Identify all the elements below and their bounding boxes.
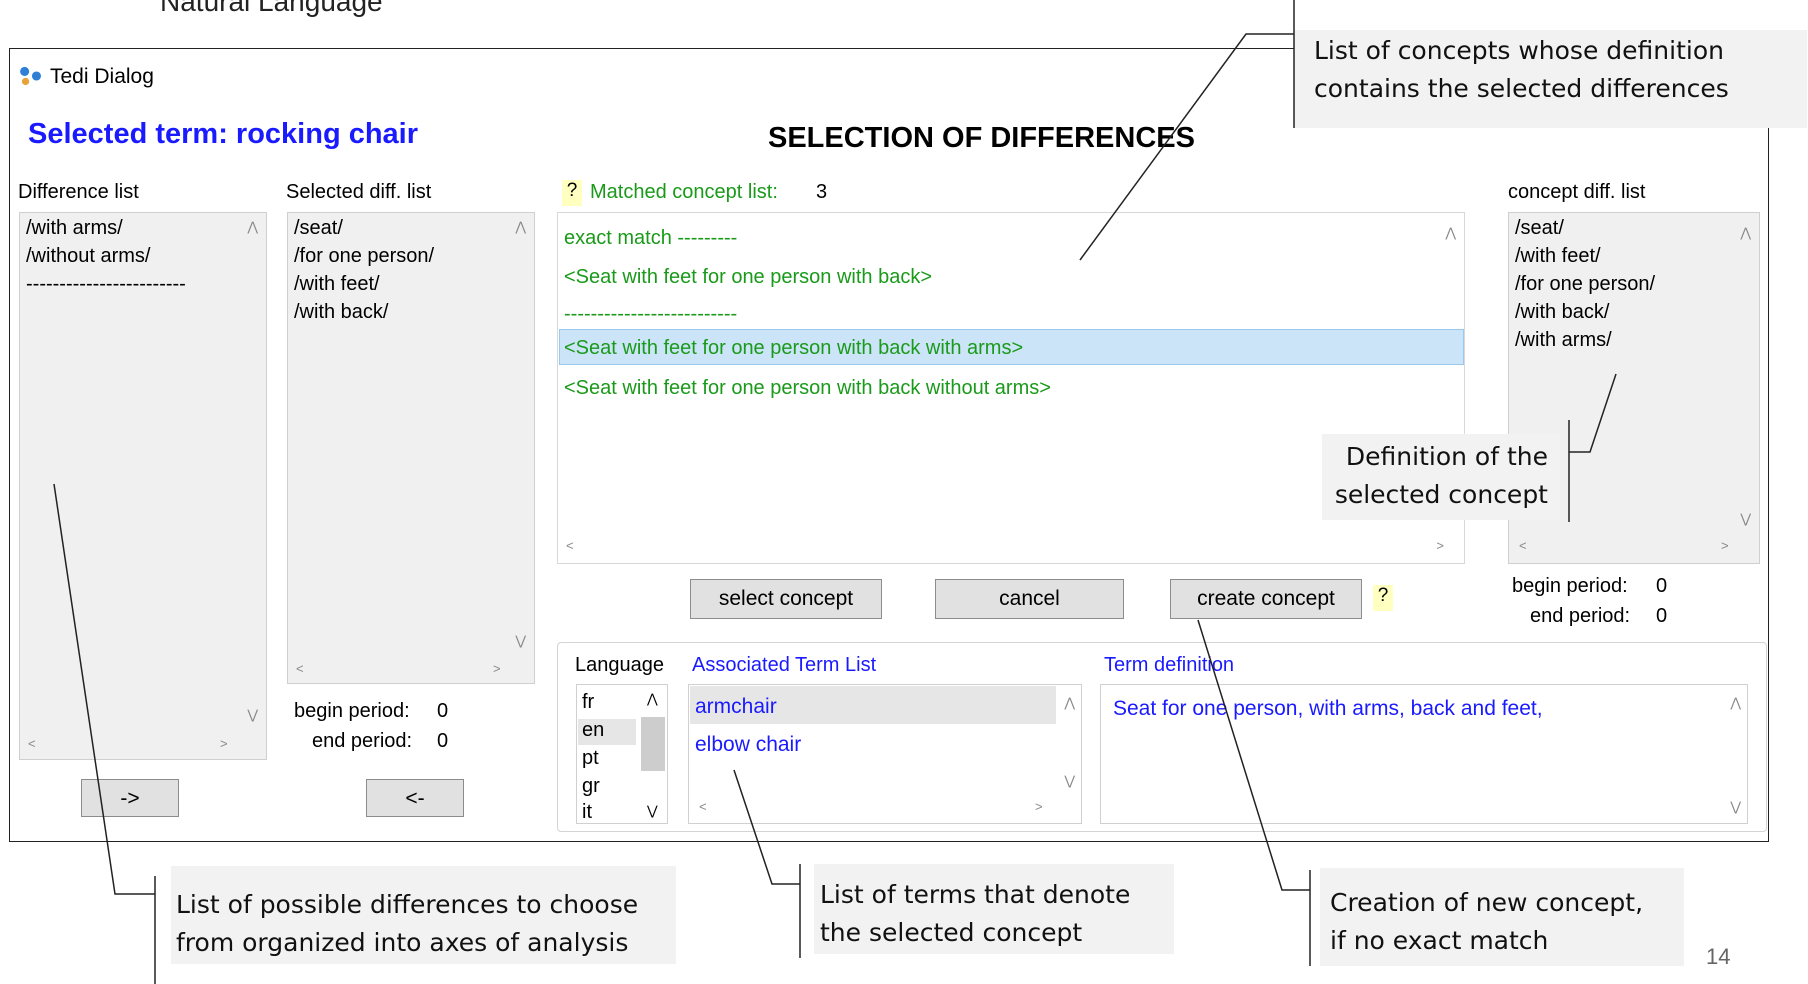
callout-differences: List of possible differences to choose f… <box>171 866 676 964</box>
language-list[interactable]: fr en pt gr it ⋀ ⋁ <box>576 684 668 824</box>
list-item[interactable]: -------------------------- <box>564 303 737 326</box>
scroll-down-icon[interactable]: ⋁ <box>1730 799 1741 815</box>
list-item[interactable]: /with arms/ <box>1515 329 1612 352</box>
concept-begin-period-label: begin period: <box>1512 575 1628 597</box>
scroll-up-icon[interactable]: ⋀ <box>1445 225 1456 241</box>
section-title: SELECTION OF DIFFERENCES <box>768 122 1195 154</box>
associated-term-list-label: Associated Term List <box>692 654 877 676</box>
scroll-left-icon[interactable]: < <box>566 538 574 553</box>
selected-diff-list-label: Selected diff. list <box>286 181 432 203</box>
term-definition-box[interactable]: Seat for one person, with arms, back and… <box>1100 684 1748 824</box>
callout-concepts: List of concepts whose definition contai… <box>1294 30 1807 128</box>
callout-line: contains the selected differences <box>1314 74 1729 103</box>
list-item[interactable]: ------------------------ <box>26 273 186 296</box>
create-help-icon[interactable]: ? <box>1373 585 1393 611</box>
select-concept-button[interactable]: select concept <box>690 579 882 619</box>
callout-line: Creation of new concept, <box>1330 888 1644 917</box>
list-item[interactable]: /without arms/ <box>26 245 150 268</box>
scroll-right-icon[interactable]: > <box>1035 799 1043 814</box>
scroll-left-icon[interactable]: < <box>28 736 36 751</box>
list-item[interactable]: /seat/ <box>294 217 343 240</box>
term-item[interactable]: elbow chair <box>695 733 801 757</box>
selected-term-heading: Selected term: rocking chair <box>28 118 419 150</box>
window-title: Tedi Dialog <box>50 65 154 88</box>
language-item[interactable]: pt <box>582 747 599 770</box>
scroll-thumb[interactable] <box>641 717 665 771</box>
concept-diff-list-label: concept diff. list <box>1508 181 1646 203</box>
list-item[interactable]: /with feet/ <box>1515 245 1601 268</box>
language-label: Language <box>575 654 664 676</box>
scroll-left-icon[interactable]: < <box>1519 538 1527 553</box>
difference-list-label: Difference list <box>18 181 139 203</box>
scroll-down-icon[interactable]: ⋁ <box>1740 511 1751 527</box>
page-number: 14 <box>1706 944 1731 969</box>
callout-line: List of possible differences to choose <box>176 890 639 919</box>
list-item[interactable]: /with back/ <box>294 301 388 324</box>
scroll-down-icon[interactable]: ⋁ <box>515 633 526 649</box>
scroll-down-icon[interactable]: ⋁ <box>247 707 258 723</box>
callout-line: if no exact match <box>1330 926 1549 955</box>
tedi-app-icon <box>20 66 41 86</box>
selected-begin-period-value: 0 <box>437 700 449 722</box>
scroll-down-icon[interactable]: ⋁ <box>647 803 658 819</box>
list-item[interactable]: <Seat with feet for one person with back… <box>564 266 932 289</box>
list-item[interactable]: /for one person/ <box>294 245 434 268</box>
selected-diff-list[interactable]: /seat/ /for one person/ /with feet/ /wit… <box>287 212 535 684</box>
term-definition-text: Seat for one person, with arms, back and… <box>1113 697 1543 720</box>
list-item[interactable]: exact match --------- <box>564 227 737 250</box>
list-item[interactable]: /with feet/ <box>294 273 380 296</box>
associated-term-list[interactable]: armchair elbow chair ⋀ ⋁ < > <box>688 684 1082 824</box>
callout-line: Definition of the <box>1345 442 1548 471</box>
scroll-up-icon[interactable]: ⋀ <box>1064 695 1075 711</box>
selected-end-period-value: 0 <box>437 730 449 752</box>
callout-definition: Definition of the selected concept <box>1322 434 1560 520</box>
create-concept-button[interactable]: create concept <box>1170 579 1362 619</box>
term-item-selected[interactable]: armchair <box>695 695 777 719</box>
callout-line: List of terms that denote <box>820 880 1131 909</box>
scroll-up-icon[interactable]: ⋀ <box>515 219 526 235</box>
list-item[interactable]: /seat/ <box>1515 217 1564 240</box>
remove-difference-button[interactable]: <- <box>366 779 464 817</box>
scroll-right-icon[interactable]: > <box>1721 538 1729 553</box>
language-item-selected[interactable]: en <box>582 719 604 742</box>
list-item-selected[interactable]: <Seat with feet for one person with back… <box>564 337 1023 360</box>
scroll-up-icon[interactable]: ⋀ <box>1730 695 1741 711</box>
scroll-up-icon[interactable]: ⋀ <box>247 219 258 235</box>
list-item[interactable]: /with back/ <box>1515 301 1609 324</box>
scroll-left-icon[interactable]: < <box>296 661 304 676</box>
concept-end-period-label: end period: <box>1530 605 1631 627</box>
term-definition-label: Term definition <box>1104 654 1235 676</box>
matched-concept-count: 3 <box>816 181 828 203</box>
selected-begin-period-label: begin period: <box>294 700 410 722</box>
callout-line: selected concept <box>1334 480 1548 509</box>
selected-end-period-label: end period: <box>312 730 413 752</box>
callout-terms: List of terms that denote the selected c… <box>814 864 1174 954</box>
list-item[interactable]: /for one person/ <box>1515 273 1655 296</box>
list-item[interactable]: /with arms/ <box>26 217 123 240</box>
language-item[interactable]: fr <box>582 691 594 714</box>
language-item[interactable]: gr <box>582 775 600 798</box>
concept-begin-period-value: 0 <box>1656 575 1668 597</box>
scroll-right-icon[interactable]: > <box>220 736 228 751</box>
callout-line: List of concepts whose definition <box>1314 36 1724 65</box>
callout-creation: Creation of new concept, if no exact mat… <box>1320 868 1684 966</box>
language-item[interactable]: it <box>582 801 592 824</box>
add-difference-button[interactable]: -> <box>81 779 179 817</box>
callout-line: the selected concept <box>820 918 1083 947</box>
scroll-right-icon[interactable]: > <box>1436 538 1444 553</box>
matched-help-icon[interactable]: ? <box>562 180 582 206</box>
slide-heading-fragment: Natural Language <box>160 0 383 17</box>
scroll-up-icon[interactable]: ⋀ <box>1740 225 1751 241</box>
scroll-down-icon[interactable]: ⋁ <box>1064 773 1075 789</box>
scroll-up-icon[interactable]: ⋀ <box>647 691 658 707</box>
concept-end-period-value: 0 <box>1656 605 1668 627</box>
scroll-right-icon[interactable]: > <box>493 661 501 676</box>
list-item[interactable]: <Seat with feet for one person with back… <box>564 377 1051 400</box>
difference-list[interactable]: /with arms/ /without arms/ -------------… <box>19 212 267 760</box>
cancel-button[interactable]: cancel <box>935 579 1124 619</box>
callout-line: from organized into axes of analysis <box>176 928 629 957</box>
matched-concept-list-label: Matched concept list: <box>590 181 778 203</box>
scroll-left-icon[interactable]: < <box>699 799 707 814</box>
